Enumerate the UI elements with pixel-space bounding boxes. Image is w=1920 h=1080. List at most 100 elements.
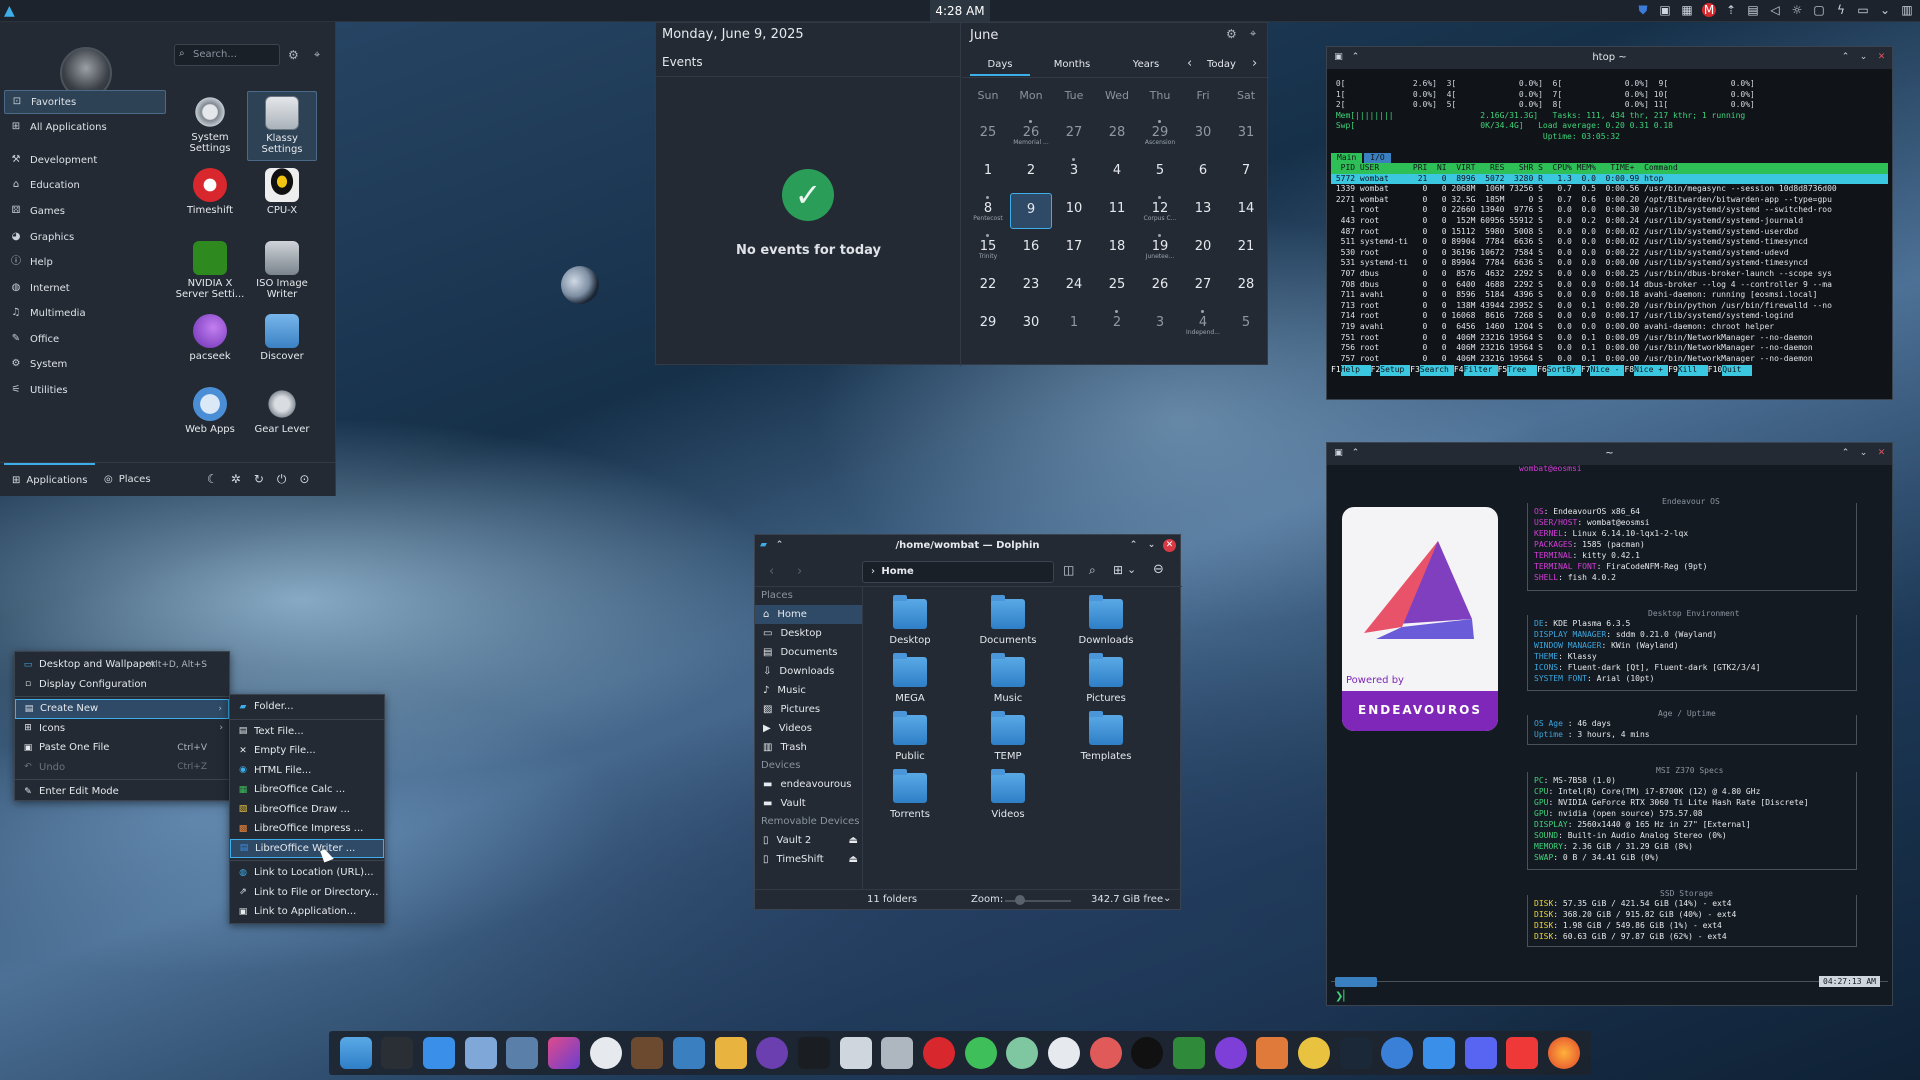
category-utilities[interactable]: ⚟ Utilities [4, 378, 166, 402]
location-bar[interactable]: › Home [862, 561, 1054, 583]
category-office[interactable]: ✎ Office [4, 327, 166, 351]
download-dock-icon[interactable] [1422, 1037, 1455, 1069]
place-home[interactable]: ⌂ Home [755, 605, 862, 624]
htop-column-header[interactable]: PID USER PRI NI VIRT RES SHR S CPU% MEM%… [1331, 163, 1888, 174]
app-discover[interactable]: Discover [247, 310, 317, 380]
monitor-dock-icon[interactable] [798, 1037, 831, 1069]
app-cpu-x[interactable]: CPU-X [247, 164, 317, 234]
gradient-app-dock-icon[interactable] [548, 1037, 581, 1069]
folder-item[interactable]: Desktop [870, 595, 950, 646]
category-system[interactable]: ⚙ System [4, 352, 166, 376]
day-cell[interactable]: 1 [1053, 307, 1095, 343]
place-documents[interactable]: ▤ Documents [755, 643, 862, 662]
trash-tray-icon[interactable]: ▥ [1900, 3, 1914, 17]
prompt-cursor[interactable]: ❯▏ [1335, 991, 1351, 1002]
day-cell[interactable]: 19 Junetee... [1139, 231, 1181, 267]
category-all-applications[interactable]: ⊞ All Applications [4, 115, 166, 139]
place-downloads[interactable]: ⇩ Downloads [755, 662, 862, 681]
app-pacseek[interactable]: pacseek [175, 310, 245, 380]
fkey-nice-plus[interactable]: Nice + [1634, 365, 1669, 376]
day-cell[interactable]: 18 [1096, 231, 1138, 267]
keyboard-dock-icon[interactable] [881, 1037, 914, 1069]
day-cell[interactable]: 17 [1053, 231, 1095, 267]
day-cell[interactable]: 4 Independ... [1182, 307, 1224, 343]
folder-item[interactable]: TEMP [968, 711, 1048, 762]
day-cell[interactable]: 6 [1182, 155, 1224, 191]
submenu-item-empty-file[interactable]: ✕ Empty File... [230, 741, 384, 761]
updates-tray-icon[interactable]: ⇡ [1724, 3, 1738, 17]
day-cell[interactable]: 1 [967, 155, 1009, 191]
app-web-apps[interactable]: Web Apps [175, 383, 245, 453]
category-development[interactable]: ⚒ Development [4, 148, 166, 172]
tab-applications[interactable]: ⊞ Applications [4, 463, 96, 495]
back-icon[interactable]: ‹ [769, 564, 774, 579]
folder-item[interactable]: Pictures [1066, 653, 1146, 704]
shutdown-icon[interactable]: ⏻ [277, 472, 287, 487]
menu-item-enter-edit-mode[interactable]: ✎ Enter Edit Mode [15, 782, 229, 802]
device-timeshift[interactable]: ▯ TimeShift ⏏ [755, 850, 862, 869]
hibernate-icon[interactable]: ✲ [231, 472, 241, 487]
tab-days[interactable]: Days [970, 55, 1030, 76]
spreadsheet-dock-icon[interactable] [839, 1037, 872, 1069]
fkey-search[interactable]: Search [1419, 365, 1454, 376]
htop-tab-main[interactable]: Main [1331, 153, 1363, 163]
day-cell-today[interactable]: 9 [1010, 193, 1052, 229]
close-icon[interactable]: ✕ [1163, 539, 1176, 552]
place-pictures[interactable]: ▨ Pictures [755, 700, 862, 719]
fkey-nice-minus[interactable]: Nice - [1590, 365, 1625, 376]
app-klassy-settings[interactable]: Klassy Settings [247, 91, 317, 161]
category-graphics[interactable]: ◕ Graphics [4, 225, 166, 249]
day-cell[interactable]: 5 [1139, 155, 1181, 191]
pin-icon[interactable]: ⌖ [1250, 27, 1256, 41]
vivaldi-red-dock-icon[interactable] [923, 1037, 956, 1069]
menu-item-display-configuration[interactable]: ▫ Display Configuration [15, 675, 229, 695]
folder-item[interactable]: Public [870, 711, 950, 762]
htop-row[interactable]: 708 dbus 0 0 6400 4688 2292 S 0.0 0.0 0:… [1331, 280, 1888, 291]
fkey-help[interactable]: Help [1340, 365, 1371, 376]
notes-dock-icon[interactable] [464, 1037, 497, 1069]
free-space[interactable]: 342.7 GiB free [1091, 894, 1163, 905]
day-cell[interactable]: 14 [1225, 193, 1267, 229]
day-cell[interactable]: 21 [1225, 231, 1267, 267]
dolphin-titlebar[interactable]: ▰ ⌃ /home/wombat — Dolphin ⌃ ⌄ ✕ [755, 535, 1180, 557]
category-favorites[interactable]: ⊡ Favorites [4, 90, 166, 114]
view-dropdown-icon[interactable]: ⌄ [1127, 563, 1136, 576]
menu-item-desktop-wallpaper[interactable]: ▭ Desktop and Wallpaper Alt+D, Alt+S [15, 655, 229, 675]
submenu-item-text-file[interactable]: ▤ Text File... [230, 722, 384, 742]
device-vault[interactable]: ▬ Vault [755, 794, 862, 813]
keep-above-icon[interactable]: ⌃ [773, 539, 786, 552]
forward-icon[interactable]: › [797, 564, 802, 579]
day-cell[interactable]: 5 [1225, 307, 1267, 343]
submenu-item-html-file[interactable]: ◉ HTML File... [230, 761, 384, 781]
htop-row[interactable]: 711 avahi 0 0 8596 5184 4396 S 0.0 0.0 0… [1331, 290, 1888, 301]
day-cell[interactable]: 3 [1139, 307, 1181, 343]
htop-row[interactable]: 756 root 0 0 406M 23216 19564 S 0.0 0.1 … [1331, 343, 1888, 354]
keep-above-icon[interactable]: ⌃ [1349, 447, 1362, 460]
category-internet[interactable]: ◍ Internet [4, 276, 166, 300]
vivaldi-dock-icon[interactable] [1506, 1037, 1539, 1069]
htop-row[interactable]: 751 root 0 0 406M 23216 19564 S 0.0 0.1 … [1331, 333, 1888, 344]
restart-icon[interactable]: ↻ [254, 472, 264, 487]
media-dock-icon[interactable] [714, 1037, 747, 1069]
compass-dock-icon[interactable] [589, 1037, 622, 1069]
htop-row[interactable]: 1339 wombat 0 0 2068M 106M 73256 S 0.7 0… [1331, 184, 1888, 195]
htop-row[interactable]: 531 systemd-ti 0 0 89904 7784 6636 S 0.0… [1331, 258, 1888, 269]
htop-row[interactable]: 713 root 0 0 138M 43944 23952 S 0.0 0.1 … [1331, 301, 1888, 312]
maximize-icon[interactable]: ⌄ [1145, 539, 1158, 552]
htop-row[interactable]: 511 systemd-ti 0 0 89904 7784 6636 S 0.0… [1331, 237, 1888, 248]
day-cell[interactable]: 16 [1010, 231, 1052, 267]
folder-item[interactable]: Music [968, 653, 1048, 704]
place-trash[interactable]: ▥ Trash [755, 738, 862, 757]
htop-tab-io[interactable]: I/O [1364, 153, 1391, 163]
tab-places[interactable]: ◎ Places [96, 463, 159, 495]
folder-item[interactable]: Videos [968, 769, 1048, 820]
menu-item-icons[interactable]: ⊞ Icons › [15, 719, 229, 739]
bitwarden-tray-icon[interactable]: ⛊ [1636, 3, 1650, 17]
play-dock-icon[interactable] [1172, 1037, 1205, 1069]
tab-years[interactable]: Years [1116, 55, 1176, 76]
day-cell[interactable]: 25 [967, 117, 1009, 153]
mega-tray-icon[interactable]: M [1702, 3, 1716, 17]
day-cell[interactable]: 11 [1096, 193, 1138, 229]
submenu-item-libreoffice-draw[interactable]: ▧ LibreOffice Draw ... [230, 800, 384, 820]
submenu-item-link-file[interactable]: ⇗ Link to File or Directory... [230, 883, 384, 903]
